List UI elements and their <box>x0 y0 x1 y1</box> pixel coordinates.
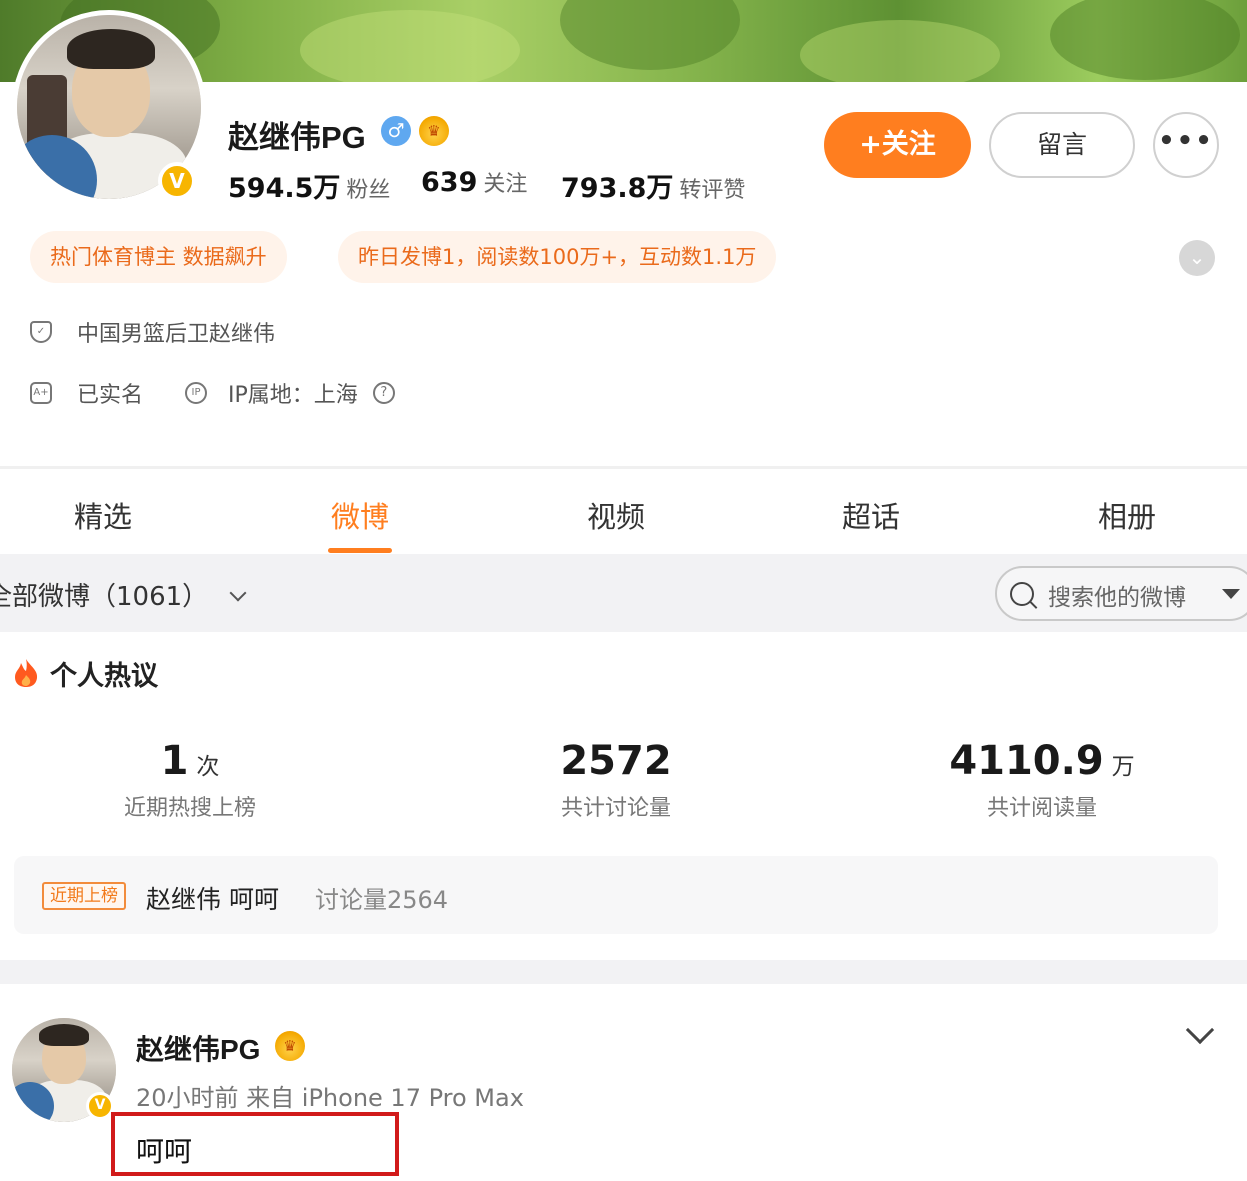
chevron-down-icon <box>229 584 247 602</box>
all-weibo-filter[interactable]: 全部微博（1061） <box>0 576 247 613</box>
stat-following[interactable]: 639 关注 <box>421 166 527 198</box>
highlight-box <box>111 1112 399 1176</box>
ip-row: IP IP属地：上海 ? <box>185 377 395 409</box>
expand-chevron-icon[interactable]: ⌄ <box>1179 240 1215 276</box>
tag-hot-blogger[interactable]: 热门体育博主 数据飙升 <box>30 231 287 283</box>
bio-row: ✓ 中国男篮后卫赵继伟 <box>30 316 275 348</box>
message-button[interactable]: 留言 <box>989 112 1135 178</box>
post-verified-badge-icon: V <box>86 1092 114 1120</box>
stat-followers[interactable]: 594.5万 粉丝 <box>228 166 390 205</box>
tab-weibo[interactable]: 微博 <box>300 494 420 536</box>
active-tab-indicator <box>328 548 392 553</box>
recent-badge: 近期上榜 <box>42 882 126 910</box>
metric-reads: 4110.9 万 共计阅读量 <box>949 738 1135 821</box>
crown-icon: ♛ <box>419 116 449 146</box>
post-crown-icon: ♛ <box>275 1031 305 1061</box>
fire-icon <box>15 659 38 687</box>
follow-button[interactable]: +关注 <box>824 112 971 178</box>
dropdown-triangle-icon[interactable] <box>1222 589 1240 599</box>
realname-row: A+ 已实名 <box>30 377 143 409</box>
section-gap <box>0 960 1247 984</box>
tab-featured[interactable]: 精选 <box>43 494 163 536</box>
bio-text: 中国男篮后卫赵继伟 <box>77 322 276 347</box>
more-options-button[interactable]: ••• <box>1153 112 1219 178</box>
hot-topic-discussion: 讨论量2564 <box>315 886 449 914</box>
id-card-icon: A+ <box>30 382 52 404</box>
stat-interactions[interactable]: 793.8万 转评赞 <box>561 166 745 205</box>
male-gender-icon: ♂ <box>381 116 411 146</box>
hot-section-title: 个人热议 <box>50 661 158 692</box>
metric-discussion: 2572 共计讨论量 <box>560 738 672 821</box>
realname-text: 已实名 <box>77 383 144 408</box>
ip-location-text: IP属地：上海 <box>228 383 358 408</box>
tag-yesterday-stats[interactable]: 昨日发博1，阅读数100万+，互动数1.1万 <box>338 231 777 283</box>
search-placeholder: 搜索他的微博 <box>1048 585 1186 611</box>
ip-icon: IP <box>185 382 207 404</box>
verified-badge-icon: V <box>158 162 196 200</box>
shield-icon: ✓ <box>30 321 52 343</box>
post-menu-chevron-icon[interactable] <box>1185 1015 1215 1045</box>
tab-supertopic[interactable]: 超话 <box>811 494 931 536</box>
post-meta: 20小时前 来自 iPhone 17 Pro Max <box>136 1084 524 1112</box>
divider <box>0 466 1247 469</box>
metric-hot-search: 1次 近期热搜上榜 <box>123 738 256 821</box>
post-author-name[interactable]: 赵继伟PG <box>136 1028 260 1068</box>
tab-album[interactable]: 相册 <box>1067 494 1187 536</box>
search-icon <box>1010 582 1034 606</box>
hot-topic-title[interactable]: 赵继伟 呵呵 <box>146 880 279 916</box>
tab-video[interactable]: 视频 <box>556 494 676 536</box>
help-icon[interactable]: ? <box>372 382 395 404</box>
profile-tabs: 精选 微博 视频 超话 相册 <box>0 472 1247 554</box>
profile-name: 赵继伟PG <box>228 120 366 155</box>
